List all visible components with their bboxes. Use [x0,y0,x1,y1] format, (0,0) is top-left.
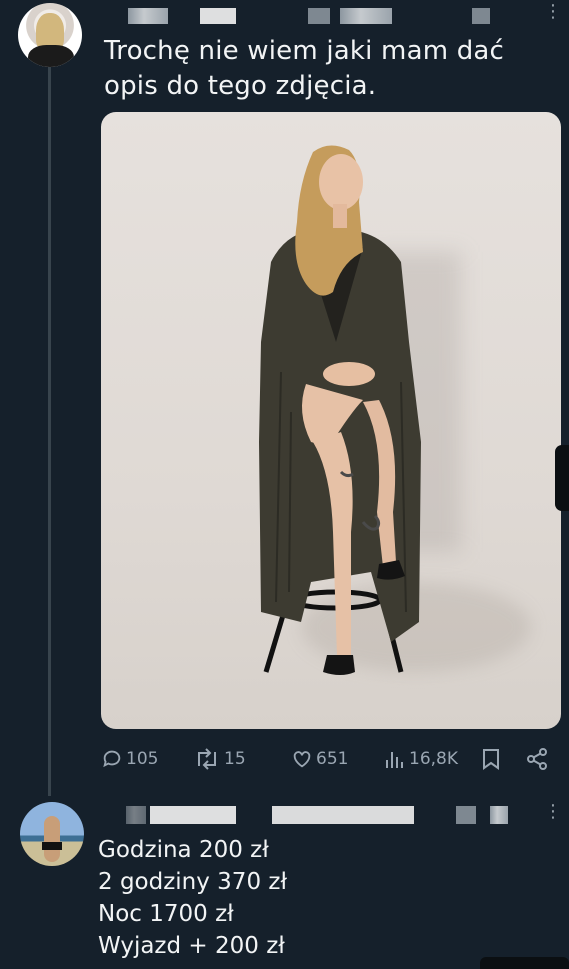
reply-count: 105 [126,749,159,769]
side-tab [555,445,569,511]
reply-line-1: Godzina 200 zł [98,837,269,863]
reply-line-3: Noc 1700 zł [98,901,234,927]
reply-button[interactable]: 105 [101,744,158,774]
reply-handle-redacted-2 [456,806,476,824]
like-count: 651 [316,749,349,769]
author-name-redacted [128,8,168,24]
retweet-count: 15 [224,749,246,769]
share-button[interactable] [525,744,549,774]
reply-author-avatar[interactable] [20,802,84,866]
tweet-text-line-1: Trochę nie wiem jaki mam dać [104,36,505,66]
author-handle-redacted-2 [340,8,392,24]
timestamp-redacted [472,8,490,24]
views-button[interactable]: 16,8K [384,744,458,774]
bottom-tab [480,957,569,969]
reply-more-icon[interactable]: ⋮ [544,803,562,821]
bookmark-button[interactable] [480,744,502,774]
tweet-actions: 105 15 651 16,8K [101,744,561,774]
retweet-button[interactable]: 15 [193,744,246,774]
author-name-redacted-2 [200,8,236,24]
tweet-photo[interactable] [101,112,561,729]
reply-time-redacted [490,806,508,824]
tweet-text: Trochę nie wiem jaki mam dać opis do teg… [104,34,544,104]
share-icon [527,748,547,770]
retweet-icon [198,748,216,770]
avatar-figure [44,816,60,862]
reply-text: Godzina 200 zł 2 godziny 370 zł Noc 1700… [98,834,538,962]
views-icon [386,752,403,768]
reply-handle-redacted [272,806,414,824]
like-button[interactable]: 651 [291,744,348,774]
views-count: 16,8K [409,749,458,769]
tweet-text-line-2: opis do tego zdjęcia. [104,71,377,101]
more-icon[interactable]: ⋮ [544,3,562,21]
reply-name-redacted-2 [150,806,236,824]
author-avatar[interactable] [18,3,82,67]
thread-line [48,66,51,796]
avatar-swimsuit [42,842,62,850]
reply-line-4: Wyjazd + 200 zł [98,933,285,959]
like-icon [293,751,311,768]
seated-woman-figure [259,145,421,675]
reply-line-2: 2 godziny 370 zł [98,869,287,895]
avatar-body [28,45,74,67]
reply-name-redacted [126,806,146,824]
reply-icon [103,750,121,768]
author-handle-redacted [308,8,330,24]
bookmark-icon [483,749,499,770]
